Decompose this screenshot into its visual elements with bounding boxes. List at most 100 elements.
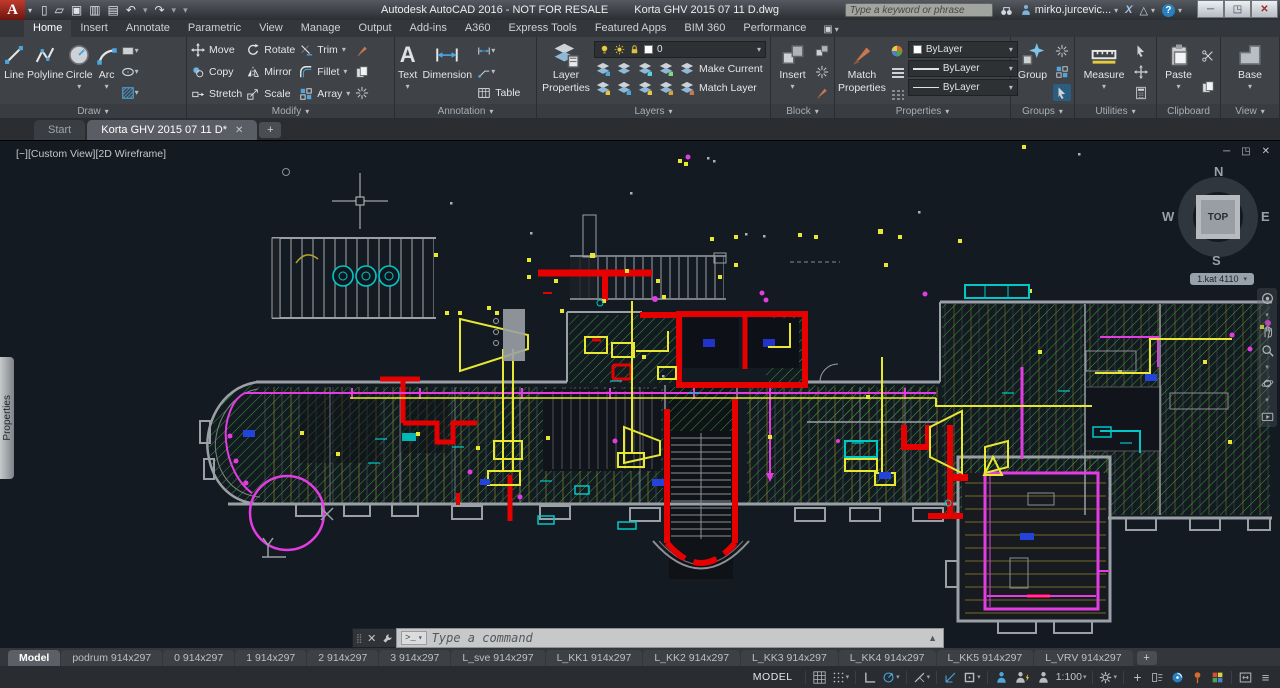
- autocad-logo-icon[interactable]: A: [0, 0, 25, 20]
- polyline-button[interactable]: Polyline: [27, 39, 64, 104]
- object-snap-icon[interactable]: ▾: [961, 668, 983, 686]
- layout-tab-lkk4[interactable]: L_KK4 914x297: [838, 650, 936, 666]
- file-tab-start[interactable]: Start: [34, 120, 86, 140]
- arc-button[interactable]: Arc ▾: [95, 39, 119, 104]
- zoom-icon[interactable]: [1261, 344, 1274, 357]
- layer-freeze-icon[interactable]: [636, 60, 654, 77]
- panel-title-properties[interactable]: Properties ▾: [835, 104, 1010, 118]
- nav-wheel-arrow-icon[interactable]: ▾: [1265, 311, 1269, 319]
- help-icon[interactable]: ?: [1161, 3, 1175, 17]
- isolate-objects-icon[interactable]: [1188, 668, 1207, 686]
- quick-calculator-icon[interactable]: [1132, 84, 1150, 101]
- ribbon-tab-performance[interactable]: Performance: [734, 20, 815, 37]
- object-color-dropdown[interactable]: ByLayer ▾: [907, 41, 1018, 58]
- ribbon-tab-insert[interactable]: Insert: [71, 20, 117, 37]
- group-selection-icon[interactable]: [1053, 84, 1071, 101]
- leader-icon[interactable]: ▾: [477, 63, 495, 80]
- linear-dimension-icon[interactable]: ▾: [477, 42, 495, 59]
- mirror-button[interactable]: Mirror: [246, 63, 295, 80]
- dock-grip-handle[interactable]: ⣿: [356, 633, 363, 644]
- annotation-monitor-icon[interactable]: +: [1128, 668, 1147, 686]
- match-layer-label[interactable]: Match Layer: [699, 82, 757, 94]
- layout-tab-model[interactable]: Model: [8, 650, 61, 666]
- insert-block-button[interactable]: Insert ▾: [774, 39, 811, 104]
- panel-title-view[interactable]: View ▾: [1221, 104, 1279, 118]
- fillet-button[interactable]: Fillet ▾: [299, 63, 350, 80]
- redo-arrow-icon[interactable]: ▾: [172, 5, 177, 16]
- compass-west[interactable]: W: [1162, 209, 1174, 224]
- layer-properties-button[interactable]: Layer Properties: [540, 39, 592, 104]
- panel-title-layers[interactable]: Layers ▾: [537, 104, 770, 118]
- linetype-dropdown[interactable]: ByLayer ▾: [907, 79, 1018, 96]
- match-properties-button[interactable]: Match Properties: [838, 39, 886, 104]
- hatch-tool-icon[interactable]: ▾: [121, 84, 139, 101]
- panel-title-annotation[interactable]: Annotation ▾: [395, 104, 536, 118]
- ribbon-tab-parametric[interactable]: Parametric: [179, 20, 250, 37]
- layer-on-icon[interactable]: [594, 79, 612, 96]
- erase-icon[interactable]: [353, 42, 371, 59]
- ellipse-tool-icon[interactable]: ▾: [121, 63, 139, 80]
- ortho-mode-icon[interactable]: [860, 668, 879, 686]
- scale-button[interactable]: Scale: [246, 85, 295, 102]
- doc-restore-icon[interactable]: ◳: [1241, 146, 1250, 157]
- ribbon-tab-addins[interactable]: Add-ins: [401, 20, 456, 37]
- isometric-drafting-icon[interactable]: ▾: [911, 668, 933, 686]
- command-prompt-icon[interactable]: >_ ▾: [401, 631, 427, 645]
- user-menu-arrow-icon[interactable]: ▾: [1114, 6, 1118, 15]
- layer-lock-icon[interactable]: [657, 60, 675, 77]
- line-button[interactable]: Line: [3, 39, 25, 104]
- app-menu-arrow-icon[interactable]: ▾: [28, 6, 32, 15]
- panel-title-modify[interactable]: Modify ▾: [187, 104, 394, 118]
- undo-arrow-icon[interactable]: ▾: [143, 5, 148, 16]
- ribbon-tab-bim360[interactable]: BIM 360: [675, 20, 734, 37]
- layout-tab-3[interactable]: 3 914x297: [379, 650, 451, 666]
- edit-attributes-icon[interactable]: [813, 84, 831, 101]
- drawing-canvas[interactable]: [−][Custom View][2D Wireframe] ─ ◳ ✕ N S…: [0, 140, 1280, 648]
- layout-tab-2[interactable]: 2 914x297: [307, 650, 379, 666]
- undo-icon[interactable]: ↶: [126, 3, 136, 17]
- search-icon[interactable]: [1000, 4, 1013, 17]
- help-search-input[interactable]: [844, 3, 993, 17]
- panel-title-block[interactable]: Block ▾: [771, 104, 834, 118]
- ribbon-tab-home[interactable]: Home: [24, 20, 72, 37]
- grid-display-icon[interactable]: [810, 668, 829, 686]
- move-button[interactable]: Move: [191, 41, 242, 58]
- viewcube-level-pill[interactable]: 1.kat 4110 ▾: [1190, 273, 1254, 285]
- doc-close-icon[interactable]: ✕: [1262, 146, 1270, 157]
- workspace-switching-icon[interactable]: ▾: [1097, 668, 1119, 686]
- measure-button[interactable]: Measure ▾: [1078, 39, 1130, 104]
- match-layer-icon[interactable]: [678, 79, 696, 96]
- layout-tab-lvrv[interactable]: L_VRV 914x297: [1034, 650, 1133, 666]
- restore-button[interactable]: ◳: [1224, 0, 1251, 18]
- clean-screen-icon[interactable]: [1236, 668, 1255, 686]
- dimension-button[interactable]: Dimension: [419, 39, 475, 104]
- save-icon[interactable]: ▣: [71, 3, 82, 17]
- minimize-button[interactable]: ─: [1197, 0, 1224, 18]
- snap-mode-icon[interactable]: ▾: [830, 668, 852, 686]
- hardware-acceleration-icon[interactable]: [1208, 668, 1227, 686]
- copy-clip-icon[interactable]: [1199, 79, 1217, 96]
- compass-south[interactable]: S: [1212, 253, 1221, 268]
- layer-select-dropdown[interactable]: 0 ▾: [594, 41, 766, 58]
- rotate-button[interactable]: Rotate: [246, 41, 295, 58]
- id-point-icon[interactable]: [1132, 63, 1150, 80]
- quick-select-icon[interactable]: [1132, 42, 1150, 59]
- annotation-visibility-icon[interactable]: [992, 668, 1011, 686]
- ribbon-tab-a360[interactable]: A360: [456, 20, 500, 37]
- layout-tab-lkk1[interactable]: L_KK1 914x297: [545, 650, 643, 666]
- layer-isolate-icon[interactable]: [615, 60, 633, 77]
- layout-tab-lkk2[interactable]: L_KK2 914x297: [643, 650, 741, 666]
- offset-icon[interactable]: [353, 84, 371, 101]
- explode-icon[interactable]: [353, 63, 371, 80]
- ribbon-tab-view[interactable]: View: [250, 20, 292, 37]
- layer-unisolate-icon[interactable]: [615, 79, 633, 96]
- orbit-arrow-icon[interactable]: ▾: [1265, 396, 1269, 404]
- copy-button[interactable]: Copy: [191, 63, 242, 80]
- annotation-scale-icon[interactable]: [1034, 668, 1053, 686]
- array-button[interactable]: Array ▾: [299, 85, 350, 102]
- zoom-arrow-icon[interactable]: ▾: [1265, 363, 1269, 371]
- new-drawing-icon[interactable]: ▯: [41, 3, 48, 17]
- panel-title-draw[interactable]: Draw ▾: [0, 104, 186, 118]
- graphics-performance-icon[interactable]: [1168, 668, 1187, 686]
- quick-properties-icon[interactable]: [1148, 668, 1167, 686]
